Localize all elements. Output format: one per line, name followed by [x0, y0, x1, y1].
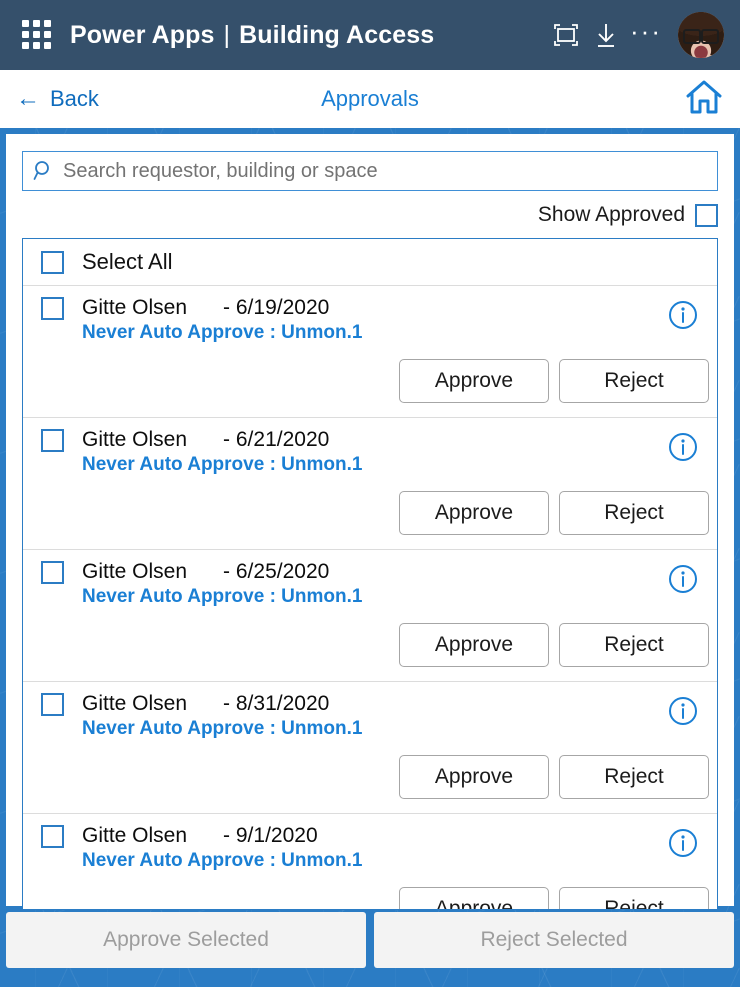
- list-item[interactable]: Gitte Olsen - 8/31/2020 Never Auto Appro…: [23, 681, 717, 813]
- app-root: Power Apps | Building Access ··· ← Back …: [0, 0, 740, 987]
- reject-button[interactable]: Reject: [559, 491, 709, 535]
- show-approved-row: Show Approved: [22, 201, 718, 229]
- back-arrow-icon: ←: [16, 85, 40, 112]
- request-detail: Never Auto Approve : Unmon.1: [82, 454, 363, 475]
- list-item-header: Gitte Olsen - 8/31/2020: [41, 682, 717, 716]
- back-label: Back: [50, 86, 99, 111]
- avatar[interactable]: [678, 12, 724, 58]
- show-approved-checkbox[interactable]: [695, 203, 718, 227]
- list-item[interactable]: Gitte Olsen - 6/19/2020 Never Auto Appro…: [23, 285, 717, 417]
- brand-bar: Power Apps | Building Access ···: [0, 0, 740, 70]
- info-icon[interactable]: [667, 563, 699, 600]
- reject-button[interactable]: Reject: [559, 755, 709, 799]
- list-item-actions: Approve Reject: [399, 623, 709, 667]
- info-icon[interactable]: [667, 299, 699, 336]
- approve-button[interactable]: Approve: [399, 491, 549, 535]
- approvals-list: Select All Gitte Olsen - 6/19/2020 Never…: [22, 238, 718, 910]
- requestor-name: Gitte Olsen: [82, 560, 188, 583]
- fullscreen-icon[interactable]: [546, 15, 586, 55]
- avatar-glasses: [683, 29, 719, 44]
- requestor-name: Gitte Olsen: [82, 824, 188, 847]
- approve-button[interactable]: Approve: [399, 623, 549, 667]
- list-item-checkbox[interactable]: [41, 296, 64, 320]
- sub-nav: ← Back Approvals: [0, 70, 740, 128]
- list-item-checkbox[interactable]: [41, 824, 64, 848]
- page-title: Approvals: [321, 86, 419, 111]
- list-item[interactable]: Gitte Olsen - 9/1/2020 Never Auto Approv…: [23, 813, 717, 909]
- list-item-actions: Approve Reject: [399, 359, 709, 403]
- reject-button[interactable]: Reject: [559, 887, 709, 909]
- search-icon: [33, 160, 55, 182]
- home-icon[interactable]: [684, 78, 724, 121]
- app-name: Power Apps: [70, 20, 215, 49]
- request-date: - 6/21/2020: [223, 428, 330, 451]
- more-options-icon[interactable]: ···: [626, 15, 666, 55]
- request-date: - 8/31/2020: [223, 692, 330, 715]
- search-box[interactable]: [22, 151, 718, 191]
- bulk-actions-bar: Approve Selected Reject Selected: [6, 912, 734, 968]
- reject-selected-button[interactable]: Reject Selected: [374, 912, 734, 968]
- search-input[interactable]: [63, 159, 717, 183]
- list-item-header: Gitte Olsen - 9/1/2020: [41, 814, 717, 848]
- approve-button[interactable]: Approve: [399, 359, 549, 403]
- reject-button[interactable]: Reject: [559, 359, 709, 403]
- list-item-header: Gitte Olsen - 6/25/2020: [41, 550, 717, 584]
- list-item[interactable]: Gitte Olsen - 6/25/2020 Never Auto Appro…: [23, 549, 717, 681]
- list-item-checkbox[interactable]: [41, 692, 64, 716]
- list-item-checkbox[interactable]: [41, 560, 64, 584]
- select-all-checkbox[interactable]: [41, 250, 64, 274]
- requestor-name: Gitte Olsen: [82, 692, 188, 715]
- approve-selected-button[interactable]: Approve Selected: [6, 912, 366, 968]
- request-detail: Never Auto Approve : Unmon.1: [82, 850, 363, 871]
- list-item-checkbox[interactable]: [41, 428, 64, 452]
- blue-background: Show Approved Select All Gitte Olsen - 6…: [0, 128, 740, 987]
- brand-separator: |: [223, 20, 231, 49]
- list-item-actions: Approve Reject: [399, 491, 709, 535]
- approve-button[interactable]: Approve: [399, 887, 549, 909]
- requestor-name: Gitte Olsen: [82, 428, 188, 451]
- request-detail: Never Auto Approve : Unmon.1: [82, 322, 363, 343]
- request-date: - 6/19/2020: [223, 296, 330, 319]
- list-item-actions: Approve Reject: [399, 755, 709, 799]
- select-all-label: Select All: [82, 249, 173, 274]
- requestor-name: Gitte Olsen: [82, 296, 188, 319]
- list-item-actions: Approve Reject: [399, 887, 709, 909]
- select-all-row[interactable]: Select All: [23, 239, 717, 285]
- info-icon[interactable]: [667, 695, 699, 732]
- request-date: - 9/1/2020: [223, 824, 318, 847]
- reject-button[interactable]: Reject: [559, 623, 709, 667]
- list-item[interactable]: Gitte Olsen - 6/21/2020 Never Auto Appro…: [23, 417, 717, 549]
- approve-button[interactable]: Approve: [399, 755, 549, 799]
- brand-title: Power Apps | Building Access: [70, 21, 434, 50]
- download-icon[interactable]: [586, 15, 626, 55]
- info-icon[interactable]: [667, 431, 699, 468]
- show-approved-label: Show Approved: [537, 203, 685, 226]
- content-panel: Show Approved Select All Gitte Olsen - 6…: [6, 134, 734, 910]
- list-item-header: Gitte Olsen - 6/19/2020: [41, 286, 717, 320]
- request-detail: Never Auto Approve : Unmon.1: [82, 586, 363, 607]
- app-launcher-icon[interactable]: [22, 20, 52, 50]
- info-icon[interactable]: [667, 827, 699, 864]
- request-date: - 6/25/2020: [223, 560, 330, 583]
- list-item-header: Gitte Olsen - 6/21/2020: [41, 418, 717, 452]
- request-detail: Never Auto Approve : Unmon.1: [82, 718, 363, 739]
- page-name: Building Access: [239, 20, 435, 49]
- back-button[interactable]: ← Back: [16, 86, 99, 112]
